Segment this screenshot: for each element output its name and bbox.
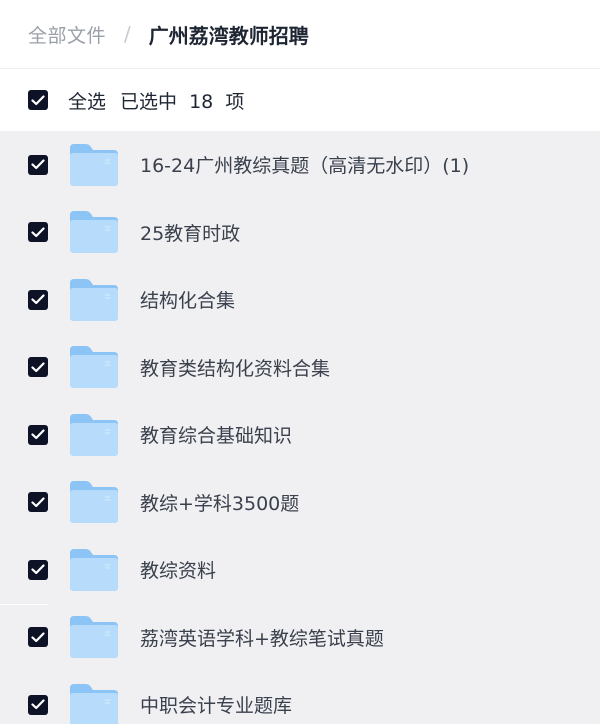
breadcrumb-separator: / (124, 22, 131, 46)
file-checkbox[interactable] (28, 154, 48, 175)
file-name: 25教育时政 (140, 222, 241, 245)
file-row[interactable]: 中职会计专业题库 (0, 671, 600, 724)
file-name: 教综资料 (140, 560, 217, 583)
folder-icon (68, 209, 120, 255)
file-name: 教综+学科3500题 (140, 492, 300, 515)
checkmark-icon (31, 159, 45, 170)
checkmark-icon (31, 632, 45, 642)
file-name: 教育综合基础知识 (140, 425, 293, 448)
file-row[interactable]: 荔湾英语学科+教综笔试真题 (0, 603, 600, 672)
file-name: 结构化合集 (140, 290, 236, 313)
file-checkbox[interactable] (28, 492, 48, 513)
checkmark-icon (31, 564, 45, 575)
checkmark-icon (31, 294, 45, 305)
breadcrumb-current-folder: 广州荔湾教师招聘 (148, 23, 309, 48)
file-name: 教育类结构化资料合集 (140, 357, 331, 380)
folder-icon (68, 412, 120, 458)
checkmark-icon (31, 497, 45, 507)
file-row[interactable]: 教综+学科3500题 (0, 469, 600, 537)
file-checkbox[interactable] (28, 357, 48, 378)
breadcrumb-root-link[interactable]: 全部文件 (28, 21, 106, 48)
row-divider (0, 603, 48, 605)
checkmark-icon (31, 429, 45, 440)
folder-icon (68, 682, 120, 724)
file-row[interactable]: 25教育时政 (0, 199, 600, 267)
file-list: 16-24广州教综真题（高清无水印）(1) 25教育时政 结构化合集教育类结构化资料… (0, 131, 600, 724)
file-checkbox[interactable] (28, 559, 48, 580)
file-row[interactable]: 教综资料 (0, 536, 600, 604)
selected-count-text: 已选中 18 项 (120, 90, 245, 113)
file-checkbox[interactable] (28, 627, 48, 648)
checkmark-icon (31, 227, 45, 237)
checkmark-icon (31, 94, 45, 105)
breadcrumb: 全部文件 / 广州荔湾教师招聘 (0, 0, 600, 69)
file-name: 16-24广州教综真题（高清无水印）(1) (140, 155, 470, 178)
folder-icon (68, 479, 120, 525)
select-all-checkbox[interactable] (28, 90, 48, 110)
file-row[interactable]: 教育综合基础知识 (0, 401, 600, 469)
folder-icon (68, 547, 120, 593)
file-checkbox[interactable] (28, 222, 48, 243)
folder-icon (68, 614, 120, 660)
selection-bar: 全选 已选中 18 项 (0, 69, 600, 131)
file-row[interactable]: 16-24广州教综真题（高清无水印）(1) (0, 131, 600, 199)
file-checkbox[interactable] (28, 289, 48, 310)
file-checkbox[interactable] (28, 424, 48, 445)
folder-icon (68, 277, 120, 323)
file-row[interactable]: 结构化合集 (0, 266, 600, 334)
select-all-label[interactable]: 全选 (68, 87, 106, 114)
folder-icon (68, 344, 120, 390)
checkmark-icon (31, 699, 45, 710)
file-checkbox[interactable] (28, 694, 48, 715)
checkmark-icon (31, 362, 45, 372)
file-manager: 全部文件 / 广州荔湾教师招聘 全选 已选中 18 项 16-24广州教综真题（… (0, 0, 600, 724)
file-row[interactable]: 教育类结构化资料合集 (0, 334, 600, 402)
file-name: 中职会计专业题库 (140, 695, 293, 718)
folder-icon (68, 142, 120, 188)
file-name: 荔湾英语学科+教综笔试真题 (140, 627, 384, 650)
